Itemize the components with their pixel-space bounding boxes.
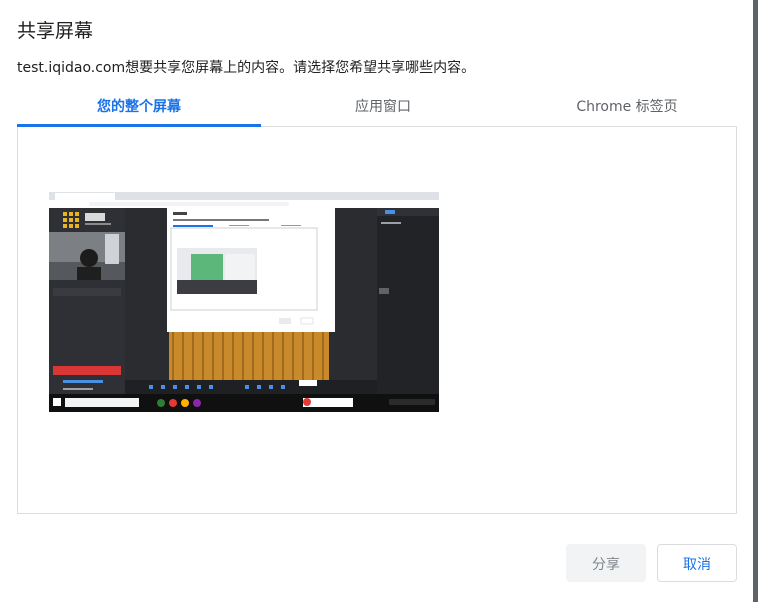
window-edge [753,0,758,602]
source-tabs: 您的整个屏幕 应用窗口 Chrome 标签页 [17,93,737,127]
entire-screen-thumbnail[interactable] [49,192,439,412]
tab-application-window[interactable]: 应用窗口 [261,93,505,125]
screen-thumbnail-image [49,192,439,412]
dialog-description: test.iqidao.com想要共享您屏幕上的内容。请选择您希望共享哪些内容。 [17,60,476,76]
tab-entire-screen[interactable]: 您的整个屏幕 [17,93,261,125]
share-screen-dialog: 共享屏幕 test.iqidao.com想要共享您屏幕上的内容。请选择您希望共享… [0,0,753,602]
screen-preview-panel [17,127,737,514]
share-button[interactable]: 分享 [566,544,646,582]
cancel-button[interactable]: 取消 [657,544,737,582]
tab-chrome-tab[interactable]: Chrome 标签页 [505,93,749,125]
dialog-title: 共享屏幕 [17,20,94,42]
